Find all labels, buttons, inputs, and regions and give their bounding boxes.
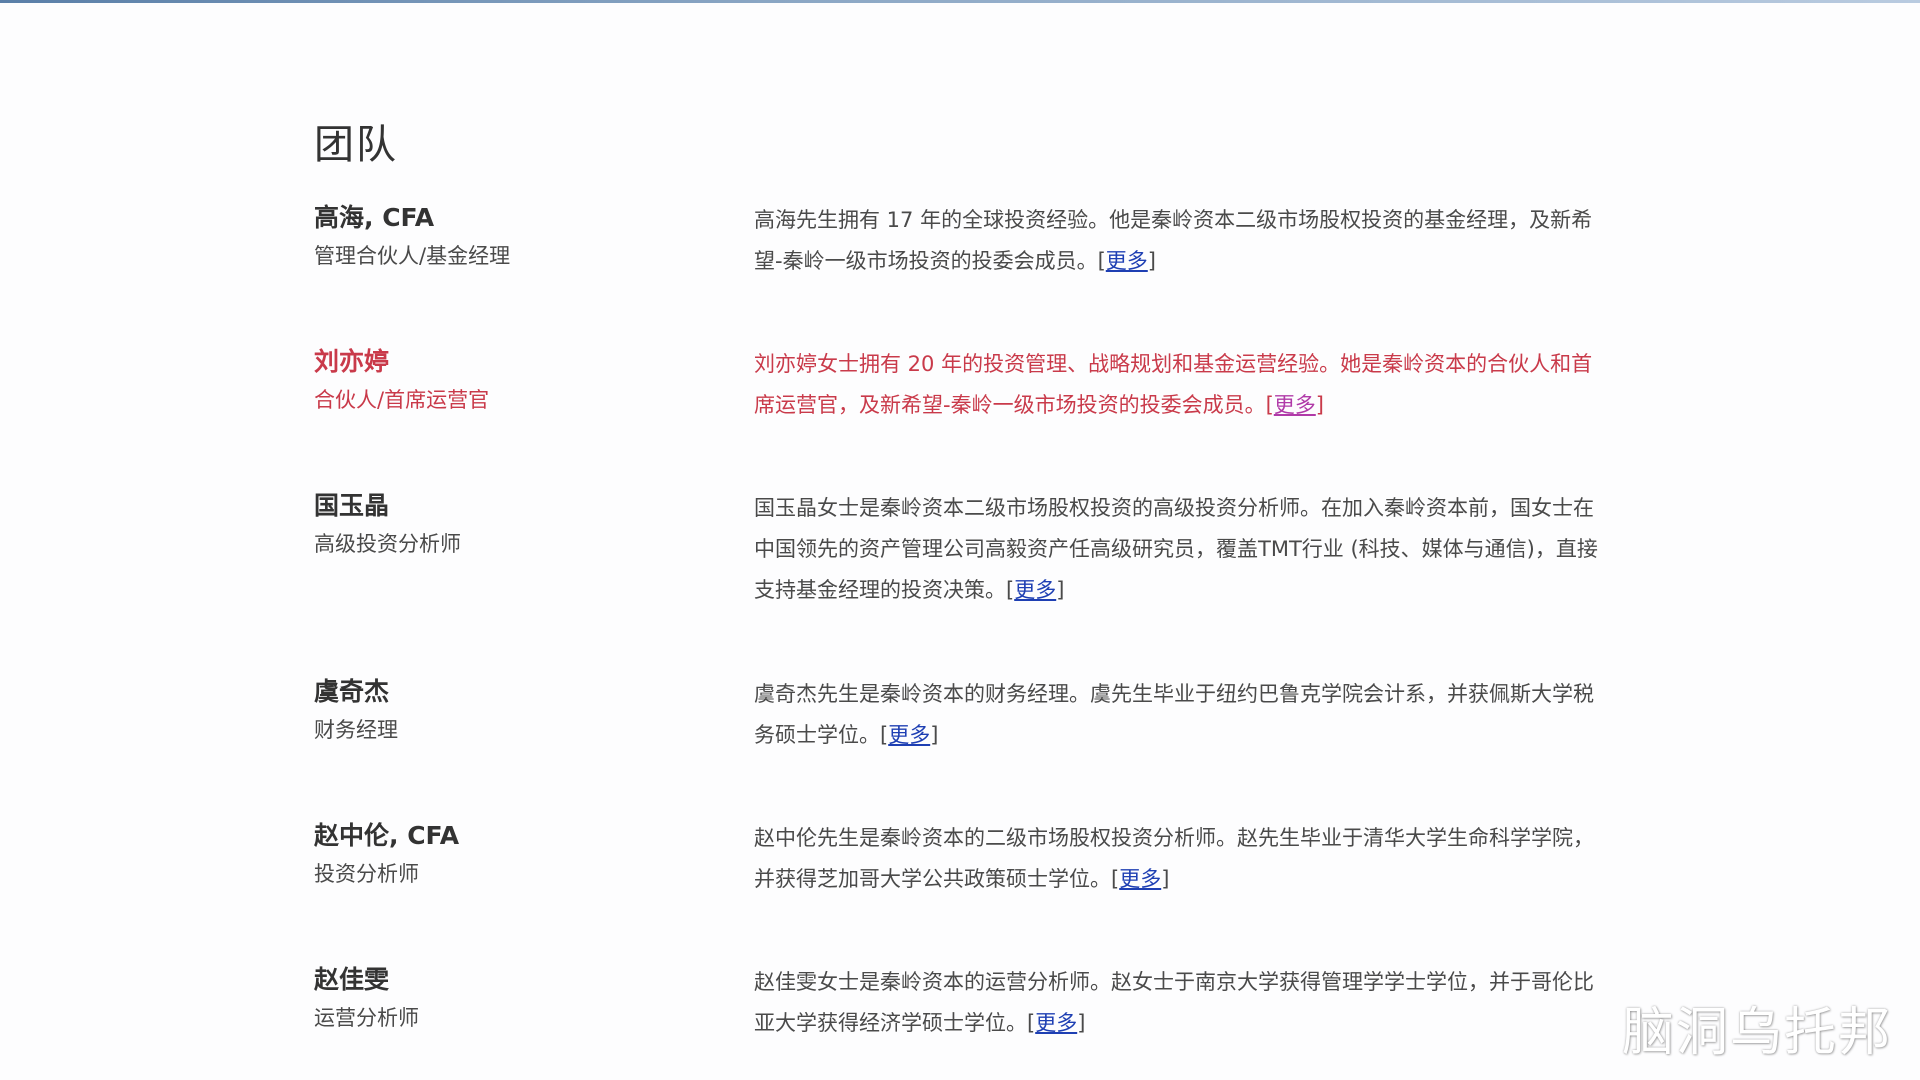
more-link-wrapper: [更多]	[1027, 1011, 1086, 1035]
member-role: 运营分析师	[314, 1006, 419, 1030]
more-link-wrapper: [更多]	[1111, 867, 1170, 891]
member-bio: 赵中伦先生是秦岭资本的二级市场股权投资分析师。赵先生毕业于清华大学生命科学学院，…	[754, 818, 1604, 900]
member-bio: 赵佳雯女士是秦岭资本的运营分析师。赵女士于南京大学获得管理学学士学位，并于哥伦比…	[754, 962, 1604, 1044]
team-page: 团队 高海, CFA 管理合伙人/基金经理 高海先生拥有 17 年的全球投资经验…	[0, 0, 1920, 1080]
more-link-wrapper: [更多]	[880, 723, 939, 747]
more-link-wrapper: [更多]	[1265, 393, 1324, 417]
more-link-wrapper: [更多]	[1097, 249, 1156, 273]
member-name: 国玉晶	[314, 491, 390, 520]
member-bio-text: 高海先生拥有 17 年的全球投资经验。他是秦岭资本二级市场股权投资的基金经理，及…	[754, 208, 1593, 273]
member-role: 合伙人/首席运营官	[314, 388, 490, 412]
member-bio: 国玉晶女士是秦岭资本二级市场股权投资的高级投资分析师。在加入秦岭资本前，国女士在…	[754, 488, 1604, 611]
watermark: 脑洞乌托邦	[1621, 1003, 1892, 1063]
more-link-wrapper: [更多]	[1006, 578, 1065, 602]
more-link[interactable]: 更多	[1035, 1011, 1077, 1035]
member-name: 赵中伦, CFA	[314, 821, 460, 850]
more-link[interactable]: 更多	[1274, 393, 1316, 417]
member-bio-text: 国玉晶女士是秦岭资本二级市场股权投资的高级投资分析师。在加入秦岭资本前，国女士在…	[754, 496, 1598, 602]
member-name: 赵佳雯	[314, 965, 390, 994]
member-bio: 虞奇杰先生是秦岭资本的财务经理。虞先生毕业于纽约巴鲁克学院会计系，并获佩斯大学税…	[754, 674, 1604, 756]
member-bio-text: 赵中伦先生是秦岭资本的二级市场股权投资分析师。赵先生毕业于清华大学生命科学学院，…	[754, 826, 1594, 891]
top-divider	[0, 0, 1920, 3]
member-name: 高海, CFA	[314, 203, 435, 232]
member-bio: 高海先生拥有 17 年的全球投资经验。他是秦岭资本二级市场股权投资的基金经理，及…	[754, 200, 1604, 282]
member-role: 投资分析师	[314, 862, 419, 886]
member-bio-text: 赵佳雯女士是秦岭资本的运营分析师。赵女士于南京大学获得管理学学士学位，并于哥伦比…	[754, 970, 1594, 1035]
member-role: 管理合伙人/基金经理	[314, 244, 511, 268]
member-bio-text: 刘亦婷女士拥有 20 年的投资管理、战略规划和基金运营经验。她是秦岭资本的合伙人…	[754, 352, 1593, 417]
more-link[interactable]: 更多	[1106, 249, 1148, 273]
more-link[interactable]: 更多	[888, 723, 930, 747]
more-link[interactable]: 更多	[1014, 578, 1056, 602]
more-link[interactable]: 更多	[1119, 867, 1161, 891]
section-title: 团队	[314, 122, 398, 168]
member-role: 财务经理	[314, 718, 398, 742]
member-bio: 刘亦婷女士拥有 20 年的投资管理、战略规划和基金运营经验。她是秦岭资本的合伙人…	[754, 344, 1604, 426]
member-name: 刘亦婷	[314, 347, 390, 376]
member-name: 虞奇杰	[314, 677, 390, 706]
member-role: 高级投资分析师	[314, 532, 461, 556]
